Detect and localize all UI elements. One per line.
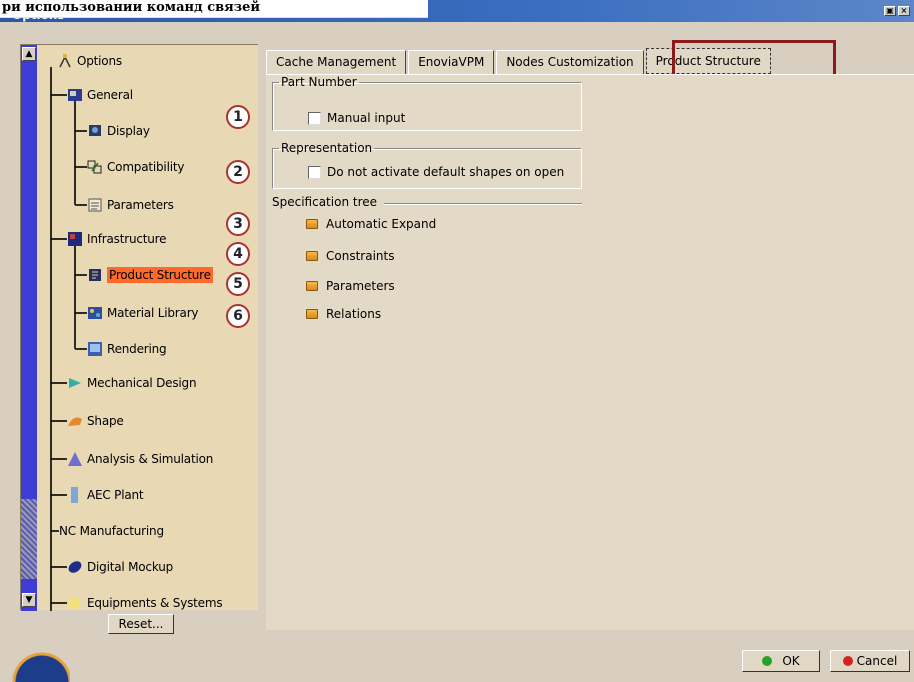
part-number-legend: Part Number: [281, 75, 357, 89]
window-close-button[interactable]: ×: [898, 6, 910, 16]
analysis-icon: [68, 452, 82, 466]
digital-mockup-icon: [68, 561, 82, 573]
options-content-panel: Cache Management EnoviaVPM Nodes Customi…: [262, 40, 914, 630]
manual-input-label: Manual input: [327, 111, 406, 125]
folder-icon: [306, 219, 318, 229]
cancel-red-dot-icon: [842, 656, 853, 666]
tree-item-mechanical-design[interactable]: Mechanical Design: [67, 373, 197, 393]
spec-item-relations[interactable]: Relations: [306, 307, 381, 321]
tree-item-options[interactable]: Options: [57, 51, 122, 71]
tab-product-structure[interactable]: Product Structure: [645, 48, 771, 74]
manual-input-checkbox[interactable]: [308, 111, 321, 125]
annotation-badge-4: 4: [226, 242, 250, 266]
spec-tree-separator: [384, 203, 582, 204]
folder-icon: [306, 281, 318, 291]
ok-button[interactable]: OK: [742, 650, 820, 672]
tree-item-nc-manufacturing[interactable]: NC Manufacturing: [59, 521, 164, 541]
reset-button[interactable]: Reset...: [108, 614, 174, 634]
folder-icon: [306, 309, 318, 319]
spec-item-parameters[interactable]: Parameters: [306, 279, 395, 293]
cancel-button[interactable]: Cancel: [830, 650, 910, 672]
app-globe-logo: [0, 630, 70, 682]
tree-item-shape[interactable]: Shape: [67, 411, 124, 431]
spec-item-automatic-expand[interactable]: Automatic Expand: [306, 217, 436, 231]
options-tree-icon: [59, 54, 71, 68]
tree-item-aec-plant[interactable]: AEC Plant: [67, 485, 144, 505]
window-menu-button[interactable]: ▣: [884, 6, 896, 16]
product-structure-icon: [89, 269, 101, 281]
tab-bar: Cache Management EnoviaVPM Nodes Customi…: [266, 48, 773, 74]
tree-item-digital-mockup[interactable]: Digital Mockup: [67, 557, 173, 577]
default-shapes-row[interactable]: Do not activate default shapes on open: [308, 165, 564, 179]
spec-item-constraints[interactable]: Constraints: [306, 249, 394, 263]
tree-item-rendering[interactable]: Rendering: [87, 339, 167, 359]
tree-item-equipments-systems[interactable]: Equipments & Systems: [67, 593, 223, 613]
folder-icon: [306, 251, 318, 261]
tree-item-infrastructure[interactable]: Infrastructure: [67, 229, 167, 249]
tree-item-product-structure[interactable]: Product Structure: [87, 265, 213, 285]
caption-text: ри использовании команд связей: [0, 0, 428, 18]
parameters-icon: [88, 198, 102, 212]
equipments-icon: [68, 597, 80, 609]
compatibility-icon: [87, 160, 102, 174]
annotation-badge-2: 2: [226, 160, 250, 184]
tab-content: Part Number Manual input Representation …: [266, 74, 914, 630]
annotation-badge-3: 3: [226, 212, 250, 236]
tab-nodes-customization[interactable]: Nodes Customization: [496, 50, 644, 74]
rendering-icon: [88, 342, 102, 356]
tab-enoviavpm[interactable]: EnoviaVPM: [408, 50, 495, 74]
material-library-icon: [88, 307, 102, 319]
aec-plant-icon: [71, 487, 78, 503]
shape-icon: [68, 417, 82, 426]
tree-item-general[interactable]: General: [67, 85, 133, 105]
annotation-badge-5: 5: [226, 272, 250, 296]
annotation-badge-1: 1: [226, 105, 250, 129]
default-shapes-checkbox[interactable]: [308, 165, 321, 179]
default-shapes-label: Do not activate default shapes on open: [327, 165, 565, 179]
display-icon: [89, 125, 101, 136]
manual-input-row[interactable]: Manual input: [308, 111, 405, 125]
tree-item-display[interactable]: Display: [87, 121, 150, 141]
representation-legend: Representation: [281, 141, 373, 155]
spec-tree-title: Specification tree: [272, 195, 377, 209]
options-tree-panel: ▲ ▼ Options General Display Compatibilit…: [20, 44, 258, 613]
tree-item-parameters[interactable]: Parameters: [87, 195, 174, 215]
tree-item-material-library[interactable]: Material Library: [87, 303, 199, 323]
tree-item-analysis-simulation[interactable]: Analysis & Simulation: [67, 449, 213, 469]
infrastructure-icon: [68, 232, 82, 246]
tree-item-compatibility[interactable]: Compatibility: [87, 157, 184, 177]
annotation-badge-6: 6: [226, 304, 250, 328]
tab-cache-management[interactable]: Cache Management: [266, 50, 407, 74]
ok-green-dot-icon: [762, 656, 773, 666]
general-icon: [68, 89, 82, 101]
mechanical-design-icon: [69, 378, 81, 388]
